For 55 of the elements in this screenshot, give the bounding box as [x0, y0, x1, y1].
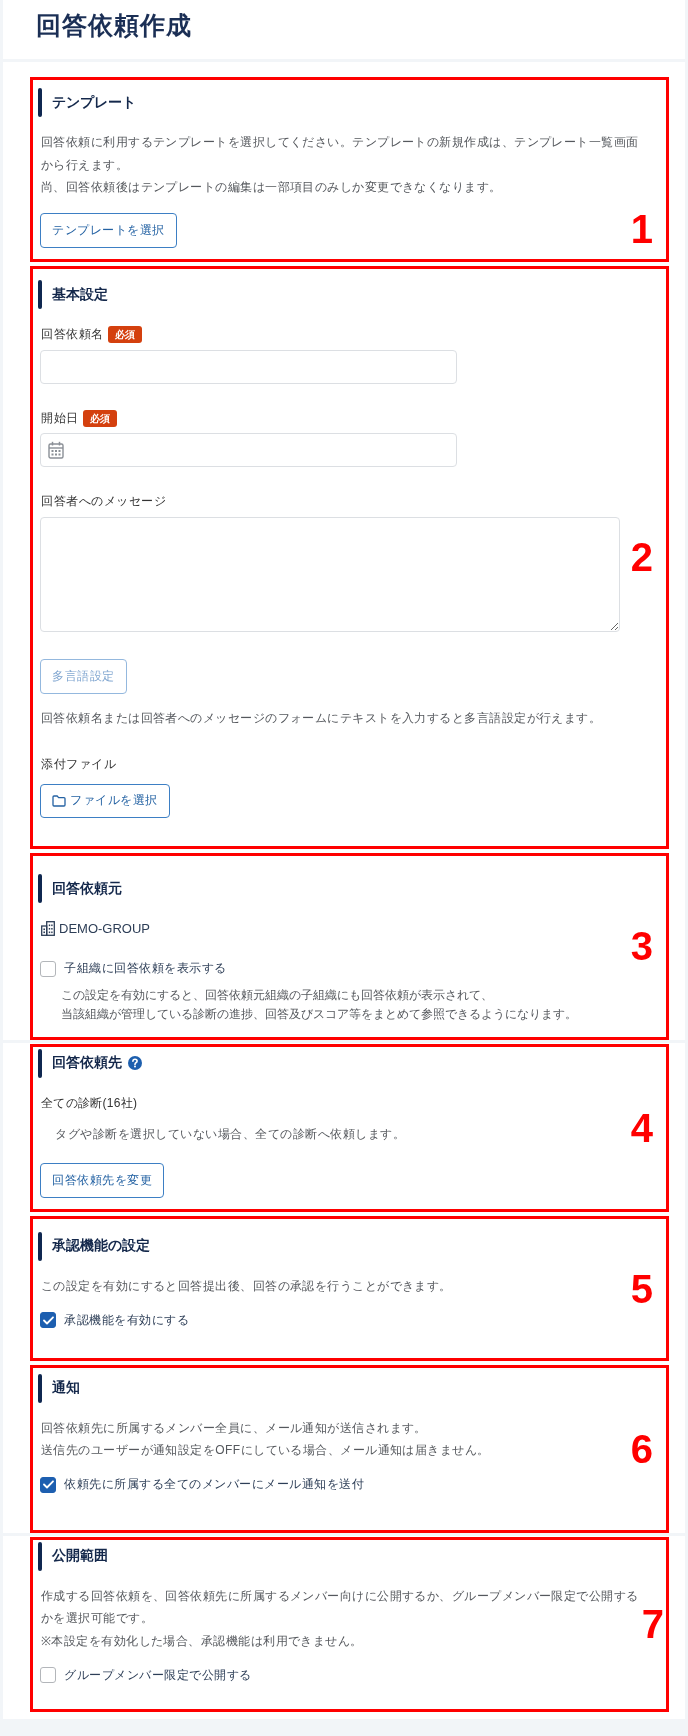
description-text: 作成する回答依頼を、回答依頼先に所属するメンバー向けに公開するか、グループメンバー限定で公開する かを選択可能です。 ※本設定を有効化した場合、承認機能は利用できません。 [41, 1587, 639, 1650]
page-title: 回答依頼作成 [36, 10, 192, 41]
checkbox[interactable] [40, 1312, 56, 1328]
required-badge: 必須 [107, 326, 142, 343]
checkbox-label[interactable]: 依頼先に所属する全てのメンバーにメール通知を送付 [64, 1476, 364, 1493]
date-field[interactable] [40, 433, 457, 467]
heading-accent-bar [38, 280, 42, 309]
building-icon [41, 921, 55, 936]
section-heading: 通知 [52, 1379, 80, 1397]
file-select-button[interactable]: ファイルを選択 [40, 783, 170, 818]
target-summary: 全ての診断(16社) [41, 1094, 138, 1112]
text-input[interactable] [40, 349, 457, 384]
field-label: 回答者へのメッセージ [41, 493, 166, 510]
help-icon[interactable] [128, 1056, 142, 1070]
heading-accent-bar [38, 1048, 42, 1078]
callout-number: 2 [630, 537, 653, 577]
callout-number: 6 [630, 1428, 653, 1469]
callout-number: 3 [630, 926, 653, 966]
heading-accent-bar [38, 1373, 42, 1403]
heading-accent-bar [38, 88, 42, 117]
callout-number: 7 [641, 1604, 664, 1645]
message-textarea[interactable] [40, 516, 620, 632]
hint-text: 回答依頼名または回答者へのメッセージのフォームにテキストを入力すると多言語設定が行えます。 [41, 710, 602, 727]
callout-number: 5 [630, 1268, 653, 1309]
note-text: この設定を有効にすると、回答依頼元組織の子組織にも回答依頼が表示されて、 当該組織が管理している診断の進捗、回答及びスコア等をまとめて参照できるようになります。 [61, 986, 577, 1023]
section-heading: 承認機能の設定 [52, 1237, 150, 1255]
section-heading: 基本設定 [52, 285, 108, 304]
checkbox[interactable] [40, 1476, 56, 1493]
description-text: 回答依頼先に所属するメンバー全員に、メール通知が送信されます。 送信先のユーザーが通知設定をOFFにしている場合、メール通知は届きません。 [41, 1419, 490, 1459]
field-label: 回答依頼名 [41, 326, 104, 343]
heading-accent-bar [38, 1231, 42, 1261]
folder-icon [52, 794, 66, 807]
required-badge: 必須 [82, 409, 117, 427]
section-heading: 回答依頼元 [52, 879, 122, 898]
calendar-icon [48, 441, 64, 459]
organization-name: DEMO-GROUP [59, 921, 150, 936]
section-heading: 回答依頼先 [52, 1054, 122, 1072]
heading-accent-bar [38, 874, 42, 903]
description-text: 回答依頼に利用するテンプレートを選択してください。テンプレートの新規作成は、テンプレート一覧画面 から行えます。 尚、回答依頼後はテンプレートの編集は一部項目のみしか変更できなくなります。 [41, 134, 639, 196]
callout-number: 4 [630, 1107, 653, 1148]
note-text: タグや診断を選択していない場合、全ての診断へ依頼します。 [55, 1125, 405, 1143]
checkbox-label[interactable]: グループメンバー限定で公開する [64, 1666, 252, 1684]
checkbox-label[interactable]: 承認機能を有効にする [64, 1311, 189, 1329]
action-button[interactable]: テンプレートを選択 [40, 212, 177, 248]
callout-number: 1 [630, 208, 653, 249]
checkbox[interactable] [40, 1667, 56, 1683]
checkbox[interactable] [40, 960, 56, 977]
field-label: 開始日 [41, 409, 79, 427]
checkbox-label[interactable]: 子組織に回答依頼を表示する [64, 960, 227, 977]
field-label: 添付ファイル [41, 755, 116, 773]
description-text: この設定を有効にすると回答提出後、回答の承認を行うことができます。 [41, 1277, 452, 1295]
section-heading: テンプレート [52, 93, 136, 112]
section-heading: 公開範囲 [52, 1547, 108, 1565]
heading-accent-bar [38, 1541, 42, 1571]
action-button[interactable]: 回答依頼先を変更 [40, 1163, 164, 1198]
